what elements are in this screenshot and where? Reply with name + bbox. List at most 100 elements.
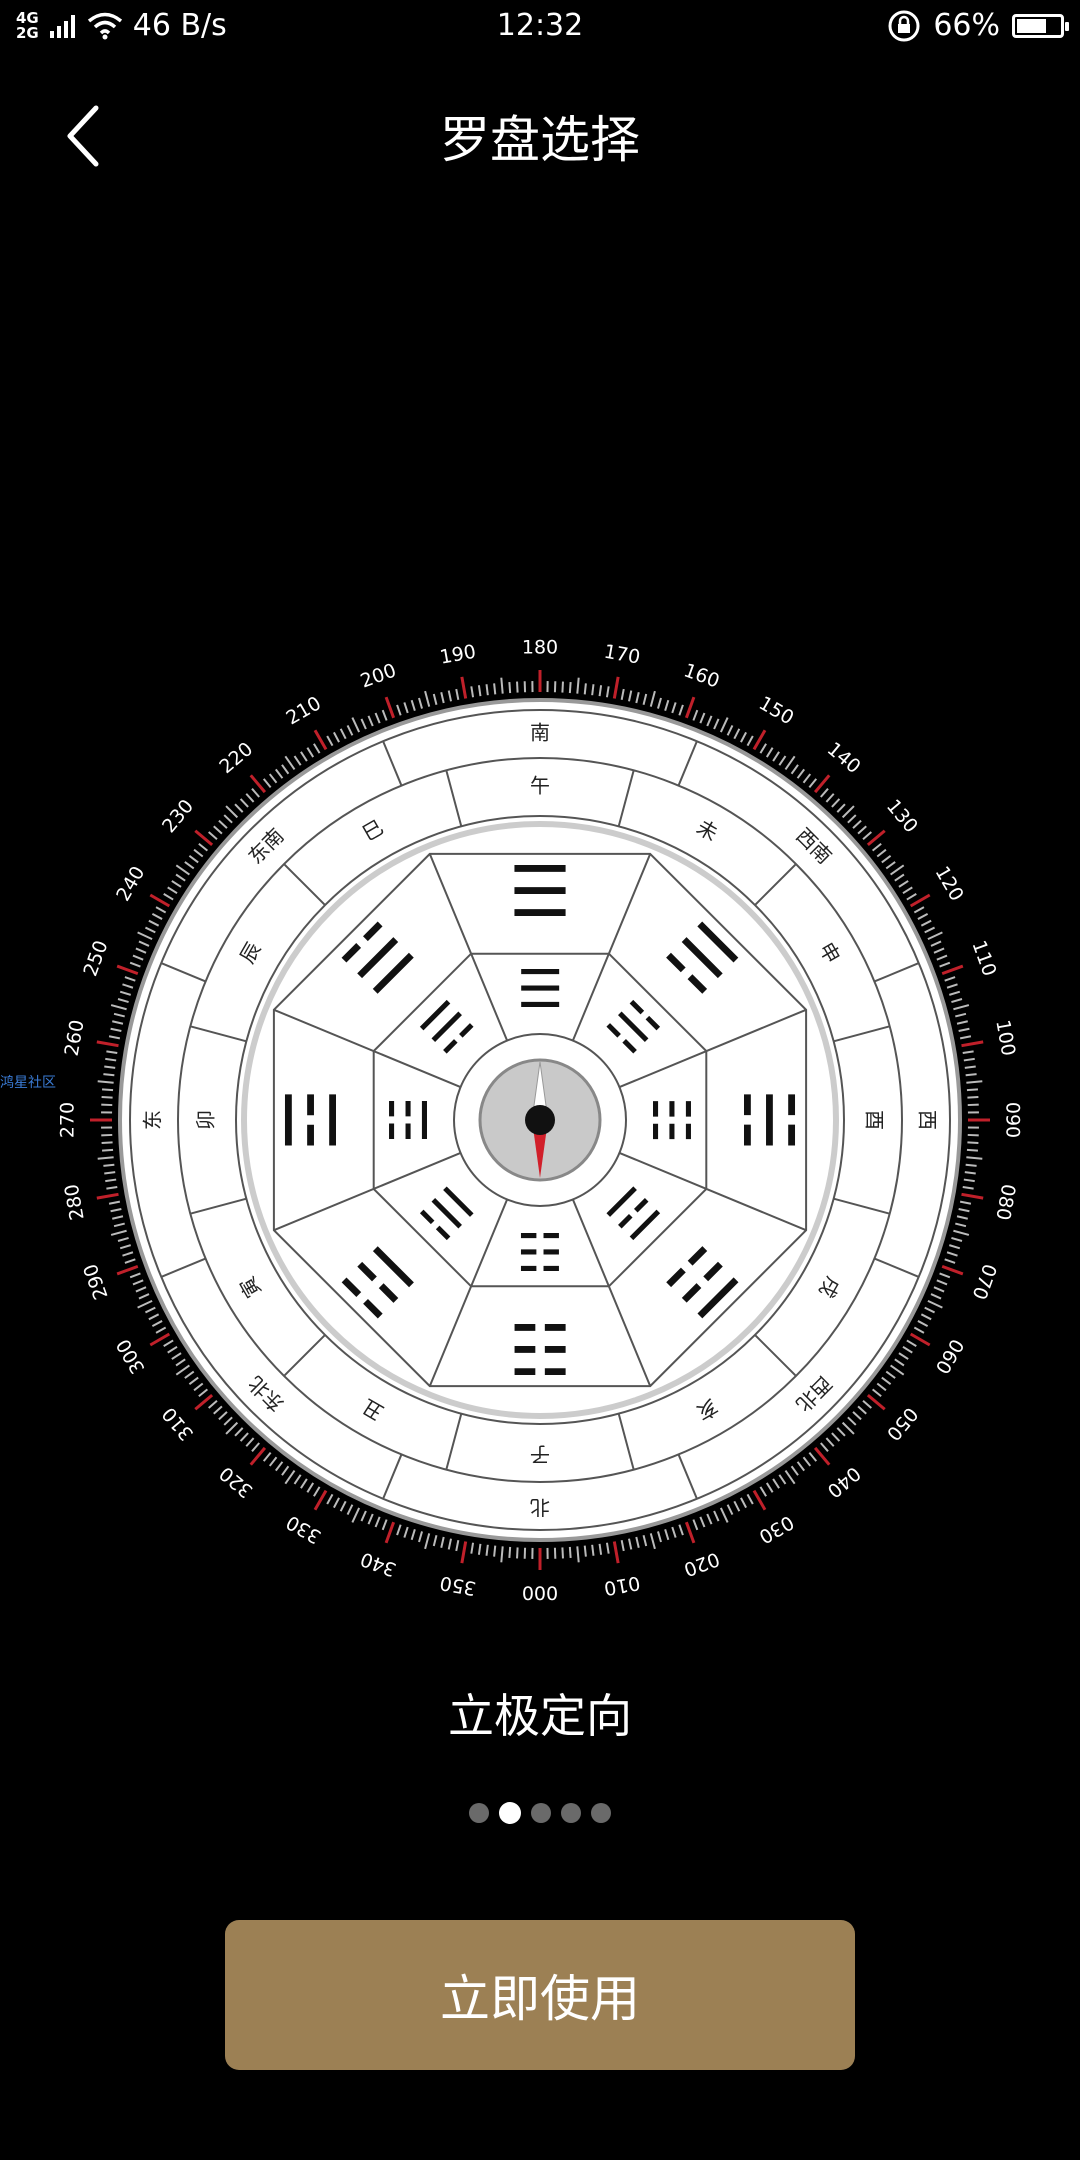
degree-tick <box>944 976 956 982</box>
degree-tick <box>820 1442 829 1452</box>
degree-tick <box>101 1148 114 1152</box>
side-tag: 鸿星社区 <box>0 1075 56 1091</box>
degree-tick <box>591 684 595 696</box>
degree-tick <box>876 848 887 858</box>
degree-tick <box>933 1286 945 1293</box>
degree-tick <box>447 690 452 702</box>
degree-tick <box>103 1163 115 1167</box>
pager-dot[interactable] <box>591 1803 611 1823</box>
degree-tick <box>958 1208 970 1213</box>
degree-tick <box>967 1096 979 1099</box>
pager-dot[interactable] <box>561 1803 581 1823</box>
degree-tick <box>103 1073 115 1077</box>
degree-tick <box>104 1065 116 1069</box>
degree-tick <box>953 1229 970 1236</box>
degree-tick <box>759 743 767 754</box>
degree-tick <box>367 715 374 727</box>
degree-label: 200 <box>358 659 400 692</box>
degree-tick <box>920 1313 932 1321</box>
degree-tick <box>360 1510 367 1522</box>
degree-tick <box>961 1192 984 1200</box>
degree-tick <box>424 1533 431 1550</box>
outer-trigram: ☰ <box>509 851 572 933</box>
pager-dots[interactable] <box>0 1802 1080 1824</box>
degree-tick <box>326 735 334 747</box>
degree-tick <box>933 947 945 954</box>
degree-tick <box>132 1279 144 1286</box>
degree-tick <box>245 793 255 803</box>
degree-tick <box>949 1244 961 1250</box>
degree-tick <box>470 1542 475 1554</box>
degree-tick <box>583 683 587 695</box>
compass-preview[interactable]: 000 010 020 030 040 050 060 070 080 090 100 110 120 1… <box>50 630 1030 1610</box>
degree-tick <box>706 715 713 727</box>
degree-tick <box>967 1141 979 1144</box>
degree-tick <box>234 803 244 813</box>
degree-tick <box>396 1524 402 1536</box>
battery-icon <box>1012 13 1069 38</box>
degree-tick <box>706 1513 713 1525</box>
pager-dot[interactable] <box>531 1803 551 1823</box>
degree-tick <box>313 1486 321 1497</box>
degree-tick <box>876 1382 887 1392</box>
degree-tick <box>155 906 167 914</box>
pager-dot[interactable] <box>469 1803 489 1823</box>
degree-tick <box>649 1533 656 1550</box>
degree-tick <box>110 1027 122 1032</box>
degree-tick <box>477 1543 482 1555</box>
degree-label: 230 <box>158 795 198 837</box>
degree-tick <box>275 1461 284 1472</box>
degree-label: 090 <box>1002 1102 1024 1138</box>
degree-tick <box>129 1272 141 1279</box>
degree-tick <box>841 805 855 819</box>
degree-tick <box>477 685 482 697</box>
degree-tick <box>275 768 284 779</box>
degree-label: 110 <box>967 938 1000 980</box>
degree-tick <box>831 798 841 808</box>
degree-tick <box>306 747 315 758</box>
degree-tick <box>151 913 163 920</box>
degree-tick <box>902 1345 913 1354</box>
degree-tick <box>664 1529 670 1541</box>
degree-tick <box>171 880 182 888</box>
degree-tick <box>881 1376 892 1385</box>
degree-tick <box>966 1148 979 1152</box>
degree-tick <box>432 1535 438 1547</box>
degree-tick <box>268 1456 278 1467</box>
degree-tick <box>726 1504 734 1516</box>
degree-tick <box>374 1516 381 1528</box>
degree-tick <box>965 1163 977 1167</box>
degree-tick <box>106 1185 118 1190</box>
degree-tick <box>746 735 754 747</box>
degree-tick <box>678 704 684 716</box>
use-now-button[interactable]: 立即使用 <box>225 1920 855 2070</box>
status-bar: 4G 2G 46 B/s 12:32 66% <box>0 0 1080 56</box>
degree-tick <box>917 913 929 920</box>
top-bar: 罗盘选择 <box>0 56 1080 196</box>
degree-tick <box>671 702 677 714</box>
degree-tick <box>713 1510 720 1522</box>
inner-trigram: ☷ <box>640 1097 700 1144</box>
degree-tick <box>847 1416 857 1426</box>
pager-dot[interactable] <box>499 1802 521 1824</box>
degree-tick <box>890 1364 905 1376</box>
status-right: 66% <box>887 8 1069 43</box>
degree-label: 320 <box>215 1462 257 1502</box>
degree-tick <box>802 1456 812 1467</box>
degree-tick <box>167 1345 178 1354</box>
degree-tick <box>885 861 896 870</box>
degree-tick <box>612 1541 620 1564</box>
degree-tick <box>129 961 141 968</box>
degree-tick <box>135 947 147 954</box>
degree-tick <box>913 1326 925 1334</box>
degree-label: 250 <box>79 938 112 980</box>
degree-tick <box>790 1465 799 1476</box>
degree-tick <box>117 1237 129 1242</box>
degree-tick <box>234 1427 244 1437</box>
inner-trigram: ☰ <box>517 960 564 1020</box>
degree-tick <box>740 731 747 743</box>
degree-label: 240 <box>112 863 149 905</box>
degree-tick <box>144 1306 156 1314</box>
branch-label: 午 <box>530 774 550 798</box>
degree-tick <box>175 1364 190 1376</box>
